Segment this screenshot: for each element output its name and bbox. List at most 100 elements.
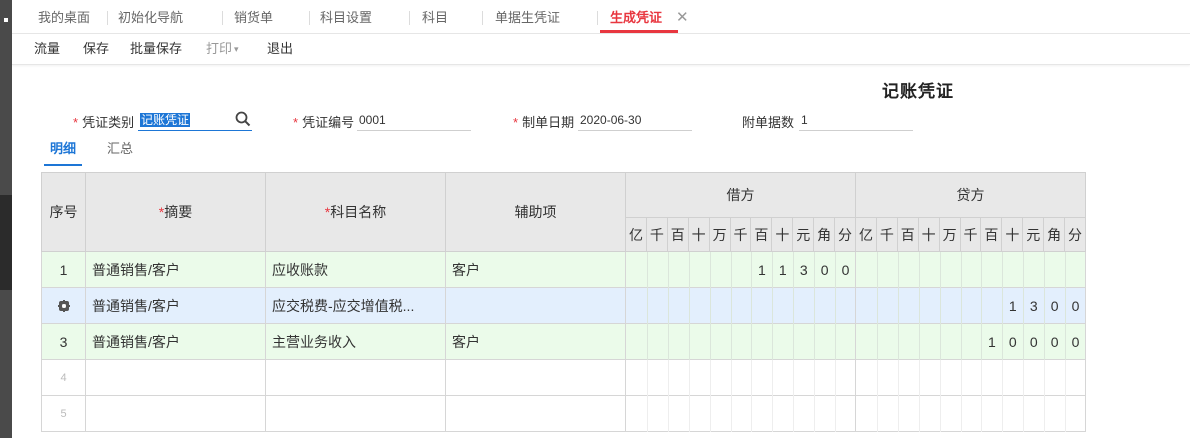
digit-divider <box>835 360 837 396</box>
row-account[interactable]: 应收账款 <box>266 252 446 288</box>
digit-divider <box>897 252 899 288</box>
row-summary[interactable] <box>86 396 266 432</box>
row-debit-amount[interactable] <box>626 396 856 432</box>
row-aux[interactable]: 客户 <box>446 324 626 360</box>
header-summary-text: 摘要 <box>164 204 193 220</box>
row-account[interactable] <box>266 360 446 396</box>
row-credit-amount[interactable]: 10000 <box>856 324 1086 360</box>
save-button[interactable]: 保存 <box>83 34 109 64</box>
credit-unit-header: 分 <box>1065 218 1086 252</box>
digit-divider <box>981 396 983 432</box>
digit-divider <box>876 324 878 360</box>
print-button[interactable]: 打印 ▾ <box>206 34 239 64</box>
row-account[interactable]: 应交税费-应交增值税... <box>266 288 446 324</box>
digit-divider <box>667 252 669 288</box>
row-credit-amount[interactable] <box>856 396 1086 432</box>
row-debit-amount[interactable] <box>626 360 856 396</box>
row-summary[interactable] <box>86 360 266 396</box>
credit-digit: 0 <box>1071 334 1080 350</box>
tab-divider <box>222 11 223 25</box>
tab-init-nav[interactable]: 初始化导航 <box>118 0 183 33</box>
debit-digit: 1 <box>778 262 787 278</box>
settings-icon[interactable] <box>57 299 71 313</box>
credit-unit-header: 亿 <box>856 218 877 252</box>
tab-account[interactable]: 科目 <box>422 0 448 33</box>
digit-divider <box>667 360 669 396</box>
digit-divider <box>1023 252 1025 288</box>
digit-divider <box>918 288 920 324</box>
digit-divider <box>876 288 878 324</box>
digit-divider <box>939 396 941 432</box>
page-title: 记账凭证 <box>882 82 954 101</box>
digit-divider <box>709 252 711 288</box>
digit-divider <box>918 252 920 288</box>
digit-divider <box>1044 360 1046 396</box>
tab-desktop[interactable]: 我的桌面 <box>38 0 90 33</box>
flow-button[interactable]: 流量 <box>34 34 60 64</box>
row-account[interactable]: 主营业务收入 <box>266 324 446 360</box>
digit-divider <box>730 396 732 432</box>
digit-divider <box>918 396 920 432</box>
debit-unit-header: 百 <box>667 218 689 252</box>
attachment-count-input[interactable]: 1 <box>799 110 913 131</box>
search-icon[interactable] <box>234 110 252 128</box>
row-credit-amount[interactable]: 1300 <box>856 288 1086 324</box>
digit-divider <box>897 288 899 324</box>
row-aux[interactable] <box>446 288 626 324</box>
debit-unit-header: 角 <box>814 218 836 252</box>
voucher-type-value: 记账凭证 <box>140 113 191 127</box>
tab-doc-voucher[interactable]: 单据生凭证 <box>495 0 560 33</box>
tab-divider <box>107 11 108 25</box>
digit-divider <box>814 360 816 396</box>
digit-divider <box>939 324 941 360</box>
voucher-number-input[interactable]: 0001 <box>357 110 471 131</box>
row-summary[interactable]: 普通销售/客户 <box>86 252 266 288</box>
row-aux[interactable] <box>446 360 626 396</box>
row-aux[interactable] <box>446 396 626 432</box>
digit-divider <box>793 396 795 432</box>
debit-unit-header: 十 <box>772 218 794 252</box>
row-debit-amount[interactable]: 11300 <box>626 252 856 288</box>
digit-divider <box>1002 396 1004 432</box>
debit-unit-header: 十 <box>688 218 710 252</box>
row-credit-amount[interactable] <box>856 252 1086 288</box>
digit-divider <box>667 288 669 324</box>
debit-digit: 0 <box>841 262 850 278</box>
digit-divider <box>814 324 816 360</box>
date-label-text: 制单日期 <box>522 115 575 130</box>
digit-divider <box>646 396 648 432</box>
exit-button[interactable]: 退出 <box>267 34 293 64</box>
credit-unit-header: 元 <box>1023 218 1045 252</box>
row-debit-amount[interactable] <box>626 288 856 324</box>
debit-unit-header: 分 <box>835 218 856 252</box>
toolbar: 流量 保存 批量保存 打印 ▾ 退出 <box>12 34 1190 65</box>
digit-divider <box>960 324 962 360</box>
digit-divider <box>981 252 983 288</box>
tab-sales-order[interactable]: 销货单 <box>234 0 273 33</box>
row-summary[interactable]: 普通销售/客户 <box>86 324 266 360</box>
row-credit-amount[interactable] <box>856 360 1086 396</box>
digit-divider <box>772 324 774 360</box>
strip-marker <box>4 18 8 22</box>
row-summary[interactable]: 普通销售/客户 <box>86 288 266 324</box>
row-account[interactable] <box>266 396 446 432</box>
close-icon[interactable]: ✕ <box>676 0 689 33</box>
voucher-type-label-text: 凭证类别 <box>82 115 135 130</box>
tab-generate-voucher[interactable]: 生成凭证 <box>599 0 679 33</box>
digit-divider <box>981 288 983 324</box>
digit-divider <box>646 360 648 396</box>
header-seq: 序号 <box>41 172 86 252</box>
date-input[interactable]: 2020-06-30 <box>578 110 692 131</box>
tab-detail[interactable]: 明细 <box>43 140 83 166</box>
tab-bar: 我的桌面 初始化导航 销货单 科目设置 科目 单据生凭证 生成凭证 ✕ <box>12 0 1190 34</box>
row-debit-amount[interactable] <box>626 324 856 360</box>
tab-summary[interactable]: 汇总 <box>107 140 133 164</box>
row-aux[interactable]: 客户 <box>446 252 626 288</box>
digit-divider <box>876 396 878 432</box>
tab-account-settings[interactable]: 科目设置 <box>320 0 372 33</box>
batch-save-button[interactable]: 批量保存 <box>130 34 182 64</box>
digit-divider <box>688 324 690 360</box>
credit-digit: 0 <box>1071 298 1080 314</box>
digit-divider <box>835 396 837 432</box>
digit-divider <box>709 360 711 396</box>
